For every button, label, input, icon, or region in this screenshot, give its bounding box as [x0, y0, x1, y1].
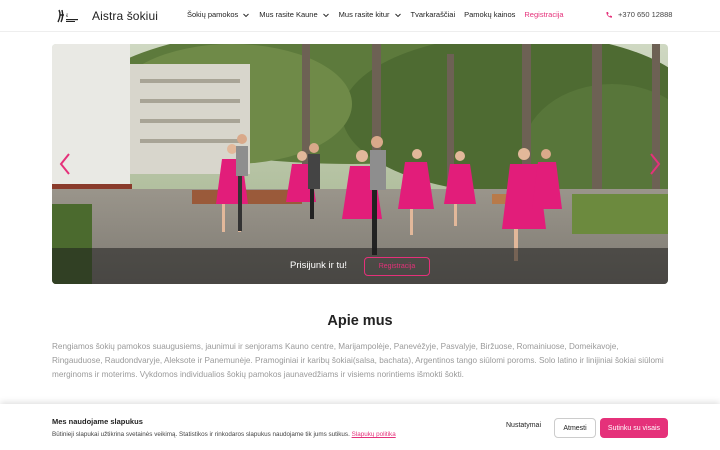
hero-caption-bar: Prisijunk ir tu! Registracija — [52, 248, 668, 284]
cookie-text-wrap: Būtinieji slapukai užtikrina svetainės v… — [52, 431, 396, 438]
phone-number: +370 650 12888 — [618, 10, 673, 19]
phone-icon — [606, 11, 612, 18]
hero-slider: Prisijunk ir tu! Registracija — [52, 44, 668, 284]
phone-link[interactable]: +370 650 12888 — [605, 10, 672, 19]
arrow-left-icon[interactable] — [58, 152, 72, 176]
nav-item-registracija[interactable]: Registracija — [524, 10, 563, 19]
hero-caption: Prisijunk ir tu! — [290, 260, 348, 271]
svg-text:š: š — [65, 14, 69, 19]
chevron-down-icon — [322, 13, 329, 17]
main-nav: Šokių pamokos Mus rasite Kaune Mus rasit… — [187, 10, 573, 19]
nav-item-tvarkarasciai[interactable]: Tvarkaraščiai — [411, 10, 456, 19]
nav-item-label: Tvarkaraščiai — [410, 10, 456, 19]
site-header: š Aistra šokiui Šokių pamokos Mus rasite… — [0, 0, 720, 32]
about-text: Rengiamos šokių pamokos suaugusiems, jau… — [52, 342, 664, 379]
hero-register-button[interactable]: Registracija — [364, 257, 430, 276]
nav-item-label: Mus rasite kitur — [338, 10, 390, 19]
cookie-title: Mes naudojame slapukus — [52, 417, 143, 426]
cookie-settings-button[interactable]: Nustatymai — [506, 422, 541, 429]
nav-item-sokiu-pamokos[interactable]: Šokių pamokos — [187, 10, 250, 19]
cookie-accept-button[interactable]: Sutinku su visais — [600, 418, 668, 438]
nav-item-mus-rasite-kitur[interactable]: Mus rasite kitur — [339, 10, 402, 19]
cookie-policy-link[interactable]: Slapukų politika — [352, 431, 396, 438]
nav-item-pamoku-kainos[interactable]: Pamokų kainos — [464, 10, 515, 19]
nav-item-label: Registracija — [524, 10, 564, 19]
nav-item-label: Pamokų kainos — [464, 10, 516, 19]
nav-item-label: Mus rasite Kaune — [259, 10, 318, 19]
site-name[interactable]: Aistra šokiui — [92, 9, 158, 23]
cookie-banner: Mes naudojame slapukus Būtinieji slapuka… — [0, 404, 720, 450]
nav-item-mus-rasite-kaune[interactable]: Mus rasite Kaune — [259, 10, 329, 19]
chevron-down-icon — [243, 13, 250, 17]
about-title: Apie mus — [327, 313, 393, 329]
cookie-text: Būtinieji slapukai užtikrina svetainės v… — [52, 431, 352, 438]
cookie-decline-button[interactable]: Atmesti — [554, 418, 596, 438]
logo-icon[interactable]: š — [56, 8, 80, 24]
chevron-down-icon — [394, 13, 401, 17]
arrow-right-icon[interactable] — [648, 152, 662, 176]
nav-item-label: Šokių pamokos — [187, 10, 239, 19]
